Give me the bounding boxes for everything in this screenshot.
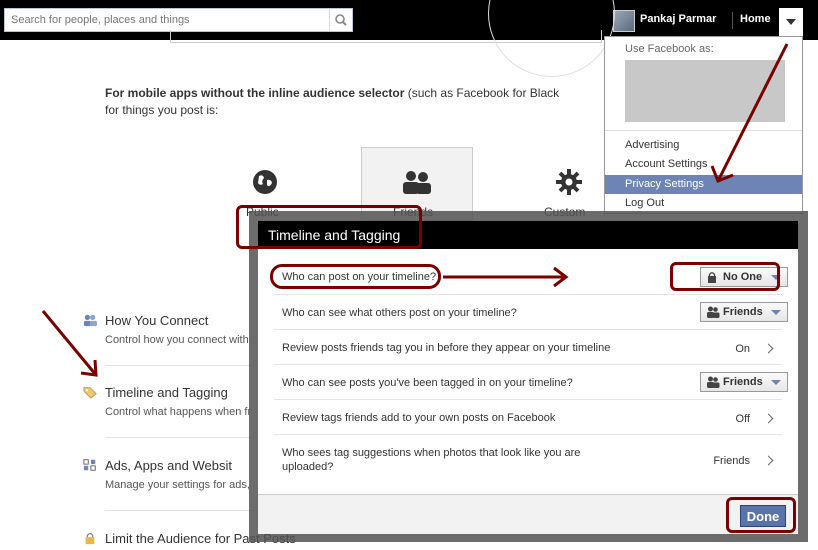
divider bbox=[105, 437, 255, 438]
friends-icon bbox=[707, 376, 720, 388]
caret-down-icon bbox=[771, 310, 781, 315]
setting-label: Review tags friends add to your own post… bbox=[282, 412, 556, 424]
avatar[interactable] bbox=[613, 10, 635, 32]
section-desc: Control what happens when fr bbox=[105, 406, 252, 418]
divider bbox=[105, 365, 255, 366]
globe-icon bbox=[253, 170, 277, 194]
friends-icon bbox=[707, 306, 720, 318]
section-desc: Manage your settings for ads, bbox=[105, 479, 250, 491]
home-link[interactable]: Home bbox=[740, 13, 771, 25]
audience-select-friends[interactable]: Friends bbox=[700, 372, 788, 392]
search-input[interactable] bbox=[5, 9, 330, 31]
setting-row: Who can see posts you've been tagged in … bbox=[274, 365, 788, 400]
use-facebook-as-label: Use Facebook as: bbox=[625, 43, 714, 55]
setting-value: On bbox=[735, 343, 750, 355]
select-value: Friends bbox=[723, 306, 763, 318]
menu-item-advertising[interactable]: Advertising bbox=[605, 136, 802, 155]
mobile-apps-rest: (such as Facebook for Black bbox=[404, 86, 560, 100]
select-value: Friends bbox=[723, 376, 763, 388]
setting-row[interactable]: Who sees tag suggestions when photos tha… bbox=[274, 435, 782, 487]
annotation-box bbox=[270, 264, 441, 289]
search-icon bbox=[335, 14, 347, 26]
setting-value: Friends bbox=[713, 455, 750, 467]
tag-icon bbox=[83, 387, 97, 399]
menu-item-privacy-settings[interactable]: Privacy Settings bbox=[605, 175, 802, 194]
setting-row[interactable]: Review posts friends tag you in before t… bbox=[274, 330, 782, 365]
annotation-box bbox=[670, 262, 780, 291]
friends-icon bbox=[403, 171, 431, 194]
setting-label: Review posts friends tag you in before t… bbox=[282, 342, 611, 354]
mobile-apps-line2: for things you post is: bbox=[105, 103, 219, 117]
setting-label: uploaded? bbox=[282, 461, 334, 473]
setting-label: Who can see posts you've been tagged in … bbox=[282, 377, 573, 389]
setting-row[interactable]: Review tags friends add to your own post… bbox=[274, 400, 782, 435]
search-box[interactable] bbox=[4, 8, 353, 32]
annotation-box bbox=[236, 205, 422, 249]
profile-link[interactable]: Pankaj Parmar bbox=[640, 13, 716, 25]
decorative-circle bbox=[488, 0, 615, 77]
menu-item-account-settings[interactable]: Account Settings bbox=[605, 155, 802, 174]
mobile-apps-text: For mobile apps without the inline audie… bbox=[105, 85, 605, 119]
pages-placeholder bbox=[625, 60, 785, 122]
nav-divider bbox=[732, 12, 733, 29]
caret-down-icon bbox=[771, 380, 781, 385]
people-icon bbox=[83, 314, 97, 327]
divider bbox=[105, 510, 255, 511]
gear-icon bbox=[556, 169, 582, 195]
section-ads-apps-websites[interactable]: Ads, Apps and Websit bbox=[105, 458, 232, 473]
chevron-right-icon bbox=[763, 413, 774, 424]
chevron-right-icon bbox=[763, 343, 774, 354]
divider bbox=[605, 130, 802, 131]
setting-label: Who can see what others post on your tim… bbox=[282, 307, 517, 319]
setting-value: Off bbox=[735, 413, 750, 425]
section-desc: Control how you connect with bbox=[105, 334, 249, 346]
dialog-footer: Done bbox=[258, 494, 798, 534]
mobile-apps-title: For mobile apps without the inline audie… bbox=[105, 86, 405, 100]
lock-icon bbox=[85, 532, 95, 545]
account-dropdown-menu: Use Facebook as: Advertising Account Set… bbox=[604, 36, 803, 214]
account-menu-button[interactable] bbox=[779, 8, 803, 36]
chevron-right-icon bbox=[763, 455, 774, 466]
setting-row: Who can see what others post on your tim… bbox=[274, 295, 788, 330]
audience-select-friends[interactable]: Friends bbox=[700, 302, 788, 322]
caret-down-icon bbox=[786, 19, 796, 25]
section-how-you-connect[interactable]: How You Connect bbox=[105, 313, 208, 328]
annotation-box bbox=[726, 497, 796, 533]
ads-icon bbox=[83, 459, 96, 471]
search-button[interactable] bbox=[329, 9, 352, 31]
setting-label: Who sees tag suggestions when photos tha… bbox=[282, 447, 581, 459]
section-timeline-and-tagging[interactable]: Timeline and Tagging bbox=[105, 385, 228, 400]
